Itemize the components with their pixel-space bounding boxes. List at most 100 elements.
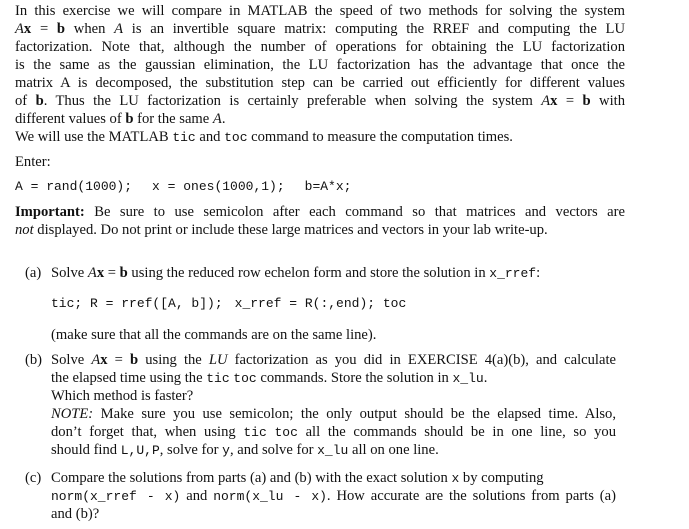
text: is an invertible square matrix: computin… — [123, 21, 625, 37]
text: Solve — [51, 352, 92, 368]
math-A: A — [541, 93, 551, 109]
code-statement: x_rref = R(:,end); toc — [234, 296, 407, 311]
math-A: A — [212, 111, 222, 127]
intro-line-7: different values of b for the same A. — [15, 110, 625, 128]
text: all on one line. — [348, 442, 439, 458]
intro-paragraph: In this exercise we will compare in MATL… — [15, 2, 625, 128]
text: factorization as you did in EXERCISE 4(a… — [227, 352, 616, 368]
item-label: (b) — [25, 352, 43, 368]
code-var: x_rref — [489, 266, 537, 281]
item-a-code: tic; R = rref([A, b]); x_rref = R(:,end);… — [51, 295, 616, 313]
text: should find — [51, 442, 121, 458]
math-eq: = — [31, 21, 57, 37]
text: of — [15, 93, 36, 109]
code-y: y — [222, 443, 230, 458]
note-label: NOTE: — [51, 406, 94, 422]
important-label: Important: — [15, 204, 85, 220]
code-statement: b=A*x; — [304, 179, 352, 194]
math-A: A — [87, 265, 97, 281]
math-eq: = — [557, 93, 583, 109]
math-eq: = — [107, 352, 130, 368]
enter-code-line: A = rand(1000); x = ones(1000,1); b=A*x; — [15, 178, 625, 196]
item-b-note-line-2: don’t forget that, when using tic toc al… — [51, 423, 616, 441]
math-A: A — [91, 352, 101, 368]
text: . — [221, 111, 226, 127]
exercise-item-c: (c) Compare the solutions from parts (a)… — [25, 469, 625, 523]
code-tic: tic — [206, 371, 230, 386]
text: Be sure to use semicolon after each comm… — [84, 204, 625, 220]
code-statement: tic; R = rref([A, b]); — [51, 296, 223, 311]
enter-label: Enter: — [15, 153, 625, 171]
text: all the commands should be in one line, … — [297, 424, 616, 440]
text: . Thus the LU factorization is certainly… — [43, 93, 542, 109]
enter-label-text: Enter: — [15, 154, 51, 170]
enter-code-block: A = rand(1000); x = ones(1000,1); b=A*x; — [15, 178, 625, 196]
tictoc-paragraph: We will use the MATLAB tic and toc comma… — [15, 128, 625, 146]
text: , solve for — [159, 442, 223, 458]
text: with — [590, 93, 626, 109]
item-c-line-2: norm(x_rref - x) and norm(x_lu - x). How… — [51, 487, 616, 505]
intro-line-4: is the same as the gaussian elimination,… — [15, 57, 625, 73]
item-label: (c) — [25, 470, 42, 486]
exercise-item-b: (b) Solve Ax = b using the LU factorizat… — [25, 351, 625, 459]
text: and — [195, 129, 225, 145]
math-b: b — [119, 265, 128, 281]
code-tic: tic — [172, 130, 196, 145]
intro-line-2: Ax = b when A is an invertible square ma… — [15, 20, 625, 38]
code-norm-rref: norm(x_rref - x) — [51, 489, 181, 504]
code-statement: x = ones(1000,1); — [152, 179, 285, 194]
math-b: b — [582, 93, 591, 109]
math-A: A — [114, 21, 124, 37]
item-a-note: (make sure that all the commands are on … — [51, 327, 377, 343]
text: : — [536, 265, 541, 281]
item-b-note-line-3: should find L,U,P, solve for y, and solv… — [51, 441, 616, 459]
text: , and solve for — [229, 442, 318, 458]
text: Solve — [51, 265, 88, 281]
emphasis-not: not — [15, 222, 34, 238]
text: for the same — [133, 111, 213, 127]
code-LUP: L,U,P — [120, 443, 160, 458]
text: Compare the solutions from parts (a) and… — [51, 470, 452, 486]
tictoc-line: We will use the MATLAB tic and toc comma… — [15, 128, 625, 146]
item-b-question: Which method is faster? — [51, 388, 194, 404]
text: by computing — [459, 470, 544, 486]
intro-line-6: of b . Thus the LU factorization is certa… — [15, 92, 625, 110]
code-norm-lu: norm(x_lu - x) — [213, 489, 327, 504]
intro-line-1: In this exercise we will compare in MATL… — [15, 3, 625, 19]
item-a-line-1: Solve Ax = b using the reduced row echel… — [51, 264, 616, 282]
item-c-line-3: and (b)? — [51, 506, 100, 522]
math-LU: LU — [208, 352, 228, 368]
important-line-2: not displayed. Do not print or include t… — [15, 221, 625, 239]
text: displayed. Do not print or include these… — [33, 222, 548, 238]
text: using the — [138, 352, 209, 368]
code-toc: toc — [224, 130, 248, 145]
exercise-item-a: (a) Solve Ax = b using the reduced row e… — [25, 264, 625, 344]
item-b-note-line-1: NOTE: Make sure you use semicolon; the o… — [51, 405, 616, 423]
important-line-1: Important: Be sure to use semicolon afte… — [15, 203, 625, 221]
text: the elapsed time using the — [51, 370, 207, 386]
math-b: b — [130, 352, 139, 368]
text: using the reduced row echelon form and s… — [127, 265, 490, 281]
text: command to measure the computation times… — [247, 129, 513, 145]
math-eq: = — [104, 265, 120, 281]
code-toc: toc — [233, 371, 257, 386]
text: Make sure you use semicolon; the only ou… — [93, 406, 616, 422]
code-toc: toc — [274, 425, 298, 440]
text: when — [65, 21, 115, 37]
math-x: x — [96, 265, 105, 281]
code-statement: A = rand(1000); — [15, 179, 133, 194]
text: . — [483, 370, 488, 386]
text: We will use the MATLAB — [15, 129, 173, 145]
text: . How accurate are the solutions from pa… — [326, 488, 617, 504]
item-c-line-1: Compare the solutions from parts (a) and… — [51, 469, 616, 487]
lab-exercise-page: In this exercise we will compare in MATL… — [0, 0, 689, 529]
code-tic: tic — [243, 425, 267, 440]
text: and — [180, 488, 214, 504]
code-var: x_lu — [452, 371, 484, 386]
item-label: (a) — [25, 265, 42, 281]
text: don’t forget that, when using — [51, 424, 244, 440]
important-note: Important: Be sure to use semicolon afte… — [15, 203, 625, 239]
code-var: x_lu — [317, 443, 349, 458]
math-x: x — [100, 352, 108, 368]
math-b: b — [56, 21, 66, 37]
